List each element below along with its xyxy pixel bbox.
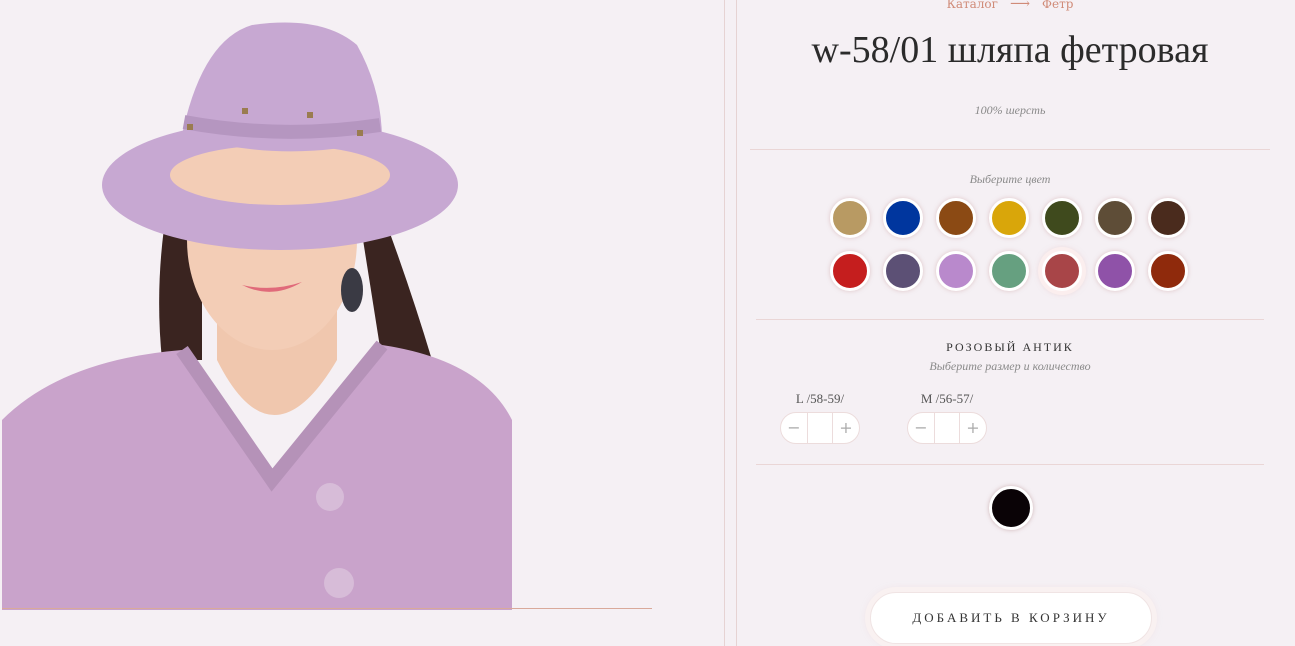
increment-button[interactable]: + — [833, 413, 859, 443]
color-swatch[interactable] — [1042, 251, 1082, 291]
decrement-button[interactable]: − — [908, 413, 934, 443]
quantity-stepper-m: − + — [907, 412, 987, 444]
add-to-cart-button[interactable]: ДОБАВИТЬ В КОРЗИНУ — [870, 592, 1152, 644]
selected-color-name: РОЗОВЫЙ АНТИК — [946, 340, 1074, 354]
divider — [756, 319, 1264, 320]
divider — [756, 464, 1264, 465]
color-swatch[interactable] — [830, 251, 870, 291]
color-swatch[interactable] — [1148, 251, 1188, 291]
product-material: 100% шерсть — [974, 103, 1046, 117]
color-swatch[interactable] — [1148, 198, 1188, 238]
photo-underline — [2, 608, 652, 609]
breadcrumb: Каталог ⟶ Фетр — [736, 0, 1284, 12]
color-swatch[interactable] — [830, 198, 870, 238]
size-label-l: L /58-59/ — [795, 391, 845, 406]
arrow-right-icon: ⟶ — [1009, 0, 1031, 12]
product-panel: Каталог ⟶ Фетр w-58/01 шляпа фетровая 100%… — [736, 0, 1284, 646]
divider-left — [724, 0, 725, 646]
divider — [750, 149, 1270, 150]
color-swatch[interactable] — [989, 251, 1029, 291]
increment-button[interactable]: + — [960, 413, 986, 443]
size-label-m: M /56-57/ — [920, 391, 974, 406]
breadcrumb-felt[interactable]: Фетр — [1042, 0, 1073, 11]
color-swatch[interactable] — [1095, 198, 1135, 238]
product-photo — [2, 0, 512, 610]
product-title: w-58/01 шляпа фетровая — [811, 29, 1209, 71]
decrement-button[interactable]: − — [781, 413, 807, 443]
color-swatch[interactable] — [883, 198, 923, 238]
choose-size-label: Выберите размер и количество — [929, 359, 1091, 373]
choose-color-label: Выберите цвет — [969, 172, 1051, 186]
product-photo-area — [0, 0, 720, 646]
quantity-stepper-l: − + — [780, 412, 860, 444]
color-swatch-black[interactable] — [989, 486, 1033, 530]
breadcrumb-catalog[interactable]: Каталог — [947, 0, 998, 11]
quantity-input-l[interactable] — [807, 413, 833, 443]
color-swatch[interactable] — [883, 251, 923, 291]
color-swatch[interactable] — [1095, 251, 1135, 291]
color-swatch[interactable] — [936, 251, 976, 291]
color-swatch[interactable] — [1042, 198, 1082, 238]
color-swatch[interactable] — [936, 198, 976, 238]
color-swatch[interactable] — [989, 198, 1029, 238]
quantity-input-m[interactable] — [934, 413, 960, 443]
